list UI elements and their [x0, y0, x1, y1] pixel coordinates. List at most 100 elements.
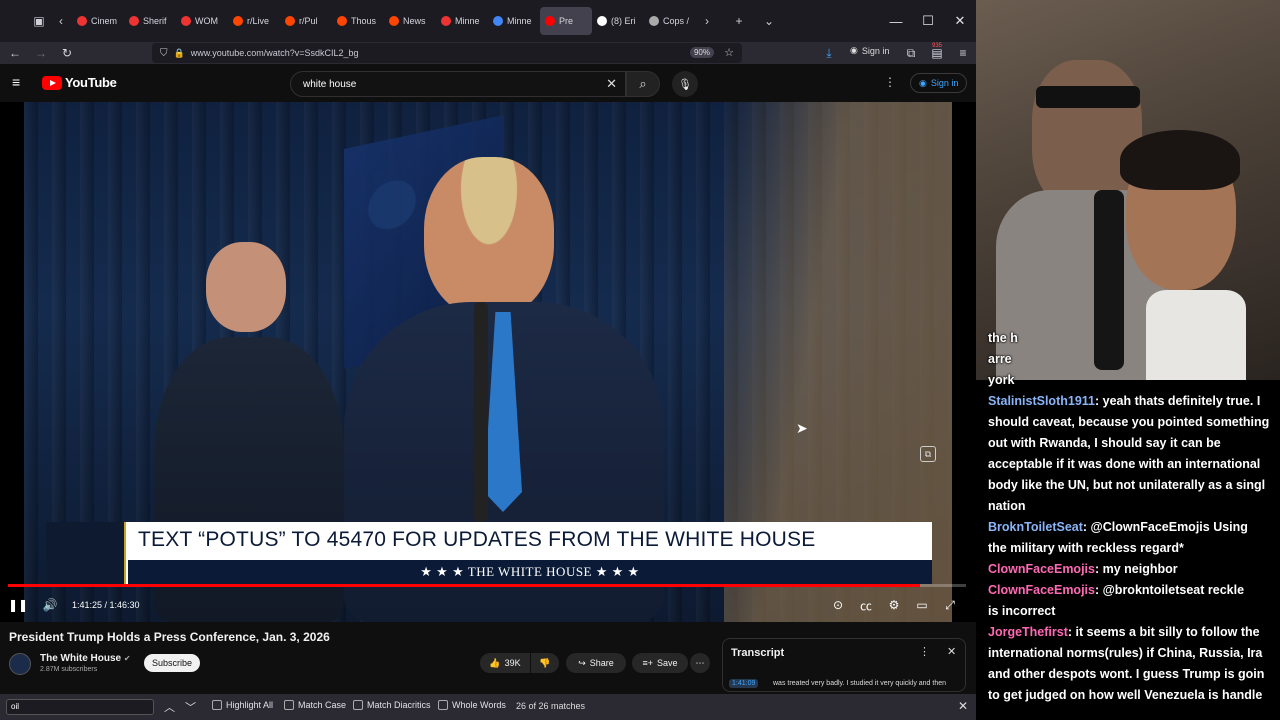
- menu-icon[interactable]: ≡: [950, 42, 976, 64]
- account-signin[interactable]: ◉ Sign in: [850, 45, 889, 56]
- chat-text: and other despots wont. I guess Trump is…: [988, 667, 1265, 681]
- progress-fill: [8, 584, 921, 587]
- lock-icon[interactable]: 🔒: [174, 48, 185, 59]
- more-options-icon[interactable]: ⋮: [884, 75, 896, 89]
- transcript-title: Transcript: [731, 647, 785, 659]
- checkbox-icon: [284, 700, 294, 710]
- browser-tab[interactable]: Thous: [332, 7, 384, 35]
- picture-in-picture-icon[interactable]: ⧉: [920, 446, 936, 462]
- browser-tab[interactable]: Sherif: [124, 7, 176, 35]
- hamburger-menu-icon[interactable]: ≡: [12, 74, 20, 90]
- tracking-shield-icon[interactable]: ⛉: [160, 48, 168, 59]
- extensions-icon[interactable]: ⧉: [898, 42, 924, 64]
- find-next-icon[interactable]: ﹀: [185, 699, 196, 715]
- maximize-icon[interactable]: ☐: [912, 7, 944, 35]
- browser-tab[interactable]: (8) Eri: [592, 7, 644, 35]
- close-transcript-icon[interactable]: ✕: [947, 645, 956, 658]
- browser-tab[interactable]: r/Live: [228, 7, 280, 35]
- more-actions-button[interactable]: ⋯: [690, 653, 710, 673]
- download-icon[interactable]: ⤓: [816, 42, 842, 64]
- subscribe-button[interactable]: Subscribe: [144, 654, 201, 672]
- chevron-down-icon[interactable]: ⌄: [758, 7, 780, 35]
- browser-tab[interactable]: Pre: [540, 7, 592, 35]
- subtitles-icon[interactable]: ㏄: [852, 591, 880, 619]
- youtube-signin-button[interactable]: ◉ Sign in: [910, 73, 968, 93]
- save-button[interactable]: ≡+ Save: [632, 653, 688, 673]
- settings-gear-icon[interactable]: ⚙: [880, 591, 908, 619]
- close-find-icon[interactable]: ✕: [958, 699, 968, 713]
- chat-username: StalinistSloth1911: [988, 394, 1095, 408]
- browser-tab[interactable]: Cinem: [72, 7, 124, 35]
- lower-third-banner: TEXT “POTUS” TO 45470 FOR UPDATES FROM T…: [46, 522, 932, 584]
- browser-tab[interactable]: Minne: [488, 7, 540, 35]
- account-icon: ◉: [919, 77, 927, 88]
- miniplayer-icon[interactable]: ▭: [908, 591, 936, 619]
- highlight-all-checkbox[interactable]: Highlight All: [212, 700, 273, 710]
- subscriber-count: 2.87M subscribers: [40, 666, 98, 673]
- chat-message: nation: [988, 496, 1280, 517]
- reload-icon[interactable]: ↻: [54, 42, 80, 64]
- chat-message: york: [988, 370, 1280, 391]
- thumbs-down-icon: 👎: [539, 657, 551, 668]
- extension-badge-icon[interactable]: 935 ▤: [924, 42, 950, 64]
- back-icon[interactable]: ←: [2, 42, 28, 64]
- checkbox-icon: [353, 700, 363, 710]
- mouse-cursor-icon: ➤: [796, 420, 808, 436]
- fullscreen-icon[interactable]: ⤢: [936, 591, 964, 619]
- minimize-icon[interactable]: —: [880, 7, 912, 35]
- bookmark-star-icon[interactable]: ☆: [724, 46, 734, 59]
- match-count: 26 of 26 matches: [516, 701, 586, 711]
- tab-label: WOM: [195, 16, 218, 26]
- find-bar: oil ︿ ﹀ Highlight All Match Case Match D…: [0, 694, 976, 720]
- banner-subbar: ★ ★ ★ THE WHITE HOUSE ★ ★ ★: [128, 560, 932, 584]
- channel-name[interactable]: The White House ✔: [40, 653, 131, 664]
- tab-list-icon[interactable]: ▣: [28, 7, 50, 35]
- dislike-button[interactable]: 👎: [531, 653, 559, 673]
- search-input[interactable]: white house ✕: [290, 71, 626, 97]
- clear-search-icon[interactable]: ✕: [606, 76, 617, 92]
- chat-message: and other despots wont. I guess Trump is…: [988, 664, 1280, 685]
- url-text[interactable]: www.youtube.com/watch?v=SsdkCIL2_bg: [191, 48, 359, 58]
- video-player[interactable]: ⧉ ➤ TEXT “POTUS” TO 45470 FOR UPDATES FR…: [0, 102, 976, 622]
- tabs: Cinem Sherif WOM r/Live r/Pul Thous News Minne M…: [72, 7, 696, 35]
- forward-icon[interactable]: →: [28, 42, 54, 64]
- find-input[interactable]: oil: [6, 699, 154, 715]
- scroll-tabs-right-icon[interactable]: ›: [696, 7, 718, 35]
- browser-tab[interactable]: Cops /: [644, 7, 696, 35]
- browser-tab[interactable]: WOM: [176, 7, 228, 35]
- match-diacritics-checkbox[interactable]: Match Diacritics: [353, 700, 431, 710]
- search-input-value: white house: [303, 78, 357, 90]
- search-button[interactable]: ⌕: [626, 71, 660, 97]
- url-bar[interactable]: ⛉ 🔒 www.youtube.com/watch?v=SsdkCIL2_bg …: [152, 43, 742, 63]
- whole-words-checkbox[interactable]: Whole Words: [438, 700, 506, 710]
- like-button[interactable]: 👍 39K: [480, 653, 530, 673]
- transcript-timestamp[interactable]: 1:41:09: [729, 679, 759, 688]
- voice-search-button[interactable]: 🎙: [672, 71, 698, 97]
- pause-icon[interactable]: ❚❚: [4, 591, 32, 619]
- browser-tab[interactable]: Minne: [436, 7, 488, 35]
- channel-avatar[interactable]: [9, 653, 31, 675]
- tab-favicon-icon: [545, 16, 555, 26]
- close-window-icon[interactable]: ✕: [944, 7, 976, 35]
- new-tab-icon[interactable]: +: [728, 7, 750, 35]
- browser-tab[interactable]: r/Pul: [280, 7, 332, 35]
- youtube-play-icon: [42, 75, 62, 90]
- find-previous-icon[interactable]: ︿: [164, 699, 175, 715]
- youtube-logo[interactable]: YouTube: [42, 75, 117, 90]
- share-button[interactable]: ↪ Share: [566, 653, 626, 673]
- autoplay-toggle-icon[interactable]: ⊙: [824, 591, 852, 619]
- tab-favicon-icon: [649, 16, 659, 26]
- progress-bar[interactable]: [8, 584, 966, 587]
- person-left-head: [206, 242, 286, 332]
- browser-tab[interactable]: News: [384, 7, 436, 35]
- scroll-tabs-left-icon[interactable]: ‹: [50, 7, 72, 35]
- match-case-checkbox[interactable]: Match Case: [284, 700, 346, 710]
- curtain-pleat: [24, 102, 38, 622]
- extension-badge-count: 935: [932, 43, 943, 49]
- microphone-icon: 🎙: [678, 78, 692, 91]
- transcript-more-icon[interactable]: ⋮: [919, 645, 930, 658]
- chat-username: ClownFaceEmojis: [988, 583, 1095, 597]
- transcript-line[interactable]: was treated very badly. I studied it ver…: [773, 680, 946, 687]
- zoom-level[interactable]: 90%: [689, 47, 714, 58]
- volume-icon[interactable]: 🔊: [36, 591, 64, 619]
